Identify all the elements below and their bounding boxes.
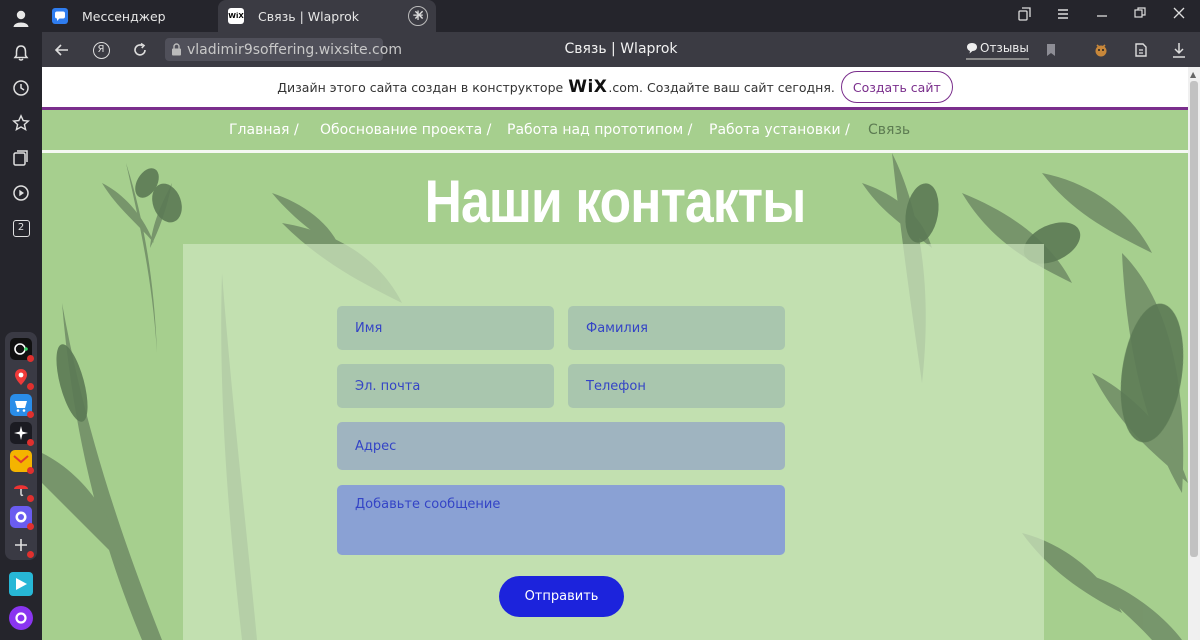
timer-app-icon[interactable] [10,338,34,362]
menu-icon[interactable] [1054,7,1072,25]
nav-separator: / [293,122,299,138]
reviews-button[interactable]: Отзывы [966,38,1029,60]
add-app-icon[interactable] [10,534,34,558]
nav-item-project-rationale[interactable]: Обоснование проекта / [320,122,491,138]
contacts-heading: Наши контакты [424,168,807,235]
yandex-glyph: Я [92,41,110,59]
tab-label: Связь | Wlaprok [258,8,359,24]
wix-logo: WiX [568,77,608,97]
tabs-counter-badge: 2 [12,219,30,237]
reload-icon[interactable] [130,40,150,60]
tabs-counter-icon[interactable]: 2 [9,216,33,240]
messenger-app-notification-dot [27,523,34,530]
reviews-label: Отзывы [980,41,1029,55]
address-input[interactable]: Адрес [337,422,785,470]
browser-window: 2 Мессенджер WiX Связь | Wlaprok ✕ + Я v… [0,0,1200,640]
yandex-icon[interactable]: Я [91,40,111,60]
nav-item-home[interactable]: Главная / [229,122,299,138]
email-input[interactable]: Эл. почта [337,364,554,408]
profile-icon[interactable] [9,6,33,30]
wix-banner-text: Дизайн этого сайта создан в конструкторе [277,79,564,95]
create-site-button[interactable]: Создать сайт [840,71,953,103]
market-app-icon[interactable] [10,394,34,418]
wix-promo-banner: Дизайн этого сайта создан в конструкторе… [42,67,1188,107]
tab-collections-icon[interactable] [1016,7,1034,25]
url-text: vladimir9soffering.wixsite.com [187,41,402,58]
nav-item-label: Связь [868,122,911,138]
tab-strip: Мессенджер WiX Связь | Wlaprok ✕ + [42,0,1200,32]
nav-item-label: Обоснование проекта [320,122,483,138]
mail-app-notification-dot [27,467,34,474]
last-name-input[interactable]: Фамилия [568,306,785,350]
umbrella-app-icon[interactable] [10,478,34,502]
tab-messenger[interactable]: Мессенджер [42,0,217,32]
timer-app-notification-dot [27,355,34,362]
bookmark-icon[interactable] [1041,40,1061,60]
scroll-up-arrow-icon[interactable]: ▲ [1190,70,1196,79]
history-icon[interactable] [9,76,33,100]
tab-contact[interactable]: WiX Связь | Wlaprok ✕ [218,0,436,32]
alice-icon[interactable] [9,606,33,630]
maps-app-icon[interactable] [10,366,34,390]
message-textarea[interactable]: Добавьте сообщение [337,485,785,555]
messenger-app-icon[interactable] [10,506,34,530]
mail-app-icon[interactable] [10,450,34,474]
url-box[interactable]: vladimir9soffering.wixsite.com [165,38,402,61]
music-app-icon[interactable] [9,572,33,596]
restore-icon[interactable] [1131,7,1149,25]
page-scrollbar[interactable]: ▲ [1188,67,1200,640]
wix-favicon-icon: WiX [228,8,244,24]
star-icon[interactable] [9,111,33,135]
bell-icon[interactable] [9,41,33,65]
notes-icon[interactable] [1131,40,1151,60]
ai-spark-app-notification-dot [27,439,34,446]
phone-input[interactable]: Телефон [568,364,785,408]
new-tab-plus-icon[interactable]: + [408,6,428,26]
ai-spark-app-icon[interactable] [10,422,34,446]
browser-sidebar: 2 [0,0,42,640]
submit-button[interactable]: Отправить [499,576,624,617]
nav-item-contact[interactable]: Связь [868,122,910,138]
tab-label: Мессенджер [82,8,166,24]
messenger-favicon-icon [52,8,68,24]
window-close-icon[interactable] [1170,7,1188,25]
nav-separator: / [486,122,492,138]
nav-separator: / [687,122,693,138]
page-viewport: Дизайн этого сайта создан в конструкторе… [42,67,1188,640]
nav-item-label: Работа над прототипом [507,122,684,138]
back-icon[interactable] [52,40,72,60]
wix-banner-text-after: .com. Создайте ваш сайт сегодня. [608,79,835,95]
download-icon[interactable] [1169,40,1189,60]
add-app-notification-dot [27,551,34,558]
app-dock [5,332,37,560]
nav-separator: / [845,122,850,138]
umbrella-app-notification-dot [27,495,34,502]
video-icon[interactable] [9,181,33,205]
chat-bubble-icon [967,43,977,54]
nav-divider [42,150,1188,153]
minimize-icon[interactable] [1093,7,1111,25]
market-app-notification-dot [27,411,34,418]
nav-item-label: Главная [229,122,290,138]
maps-app-notification-dot [27,383,34,390]
collections-icon[interactable] [9,146,33,170]
scroll-thumb[interactable] [1190,81,1198,557]
nav-item-prototype-work[interactable]: Работа над прототипом / [507,122,692,138]
extension-icon[interactable] [1091,40,1111,60]
site-nav-menu: Главная / Обоснование проекта / Работа н… [42,110,1188,150]
nav-item-label: Работа установки [709,122,841,138]
lock-icon [172,43,181,56]
first-name-input[interactable]: Имя [337,306,554,350]
address-bar: Я vladimir9soffering.wixsite.com Связь |… [42,32,1200,67]
nav-item-installation-work[interactable]: Работа установки / [709,122,850,138]
